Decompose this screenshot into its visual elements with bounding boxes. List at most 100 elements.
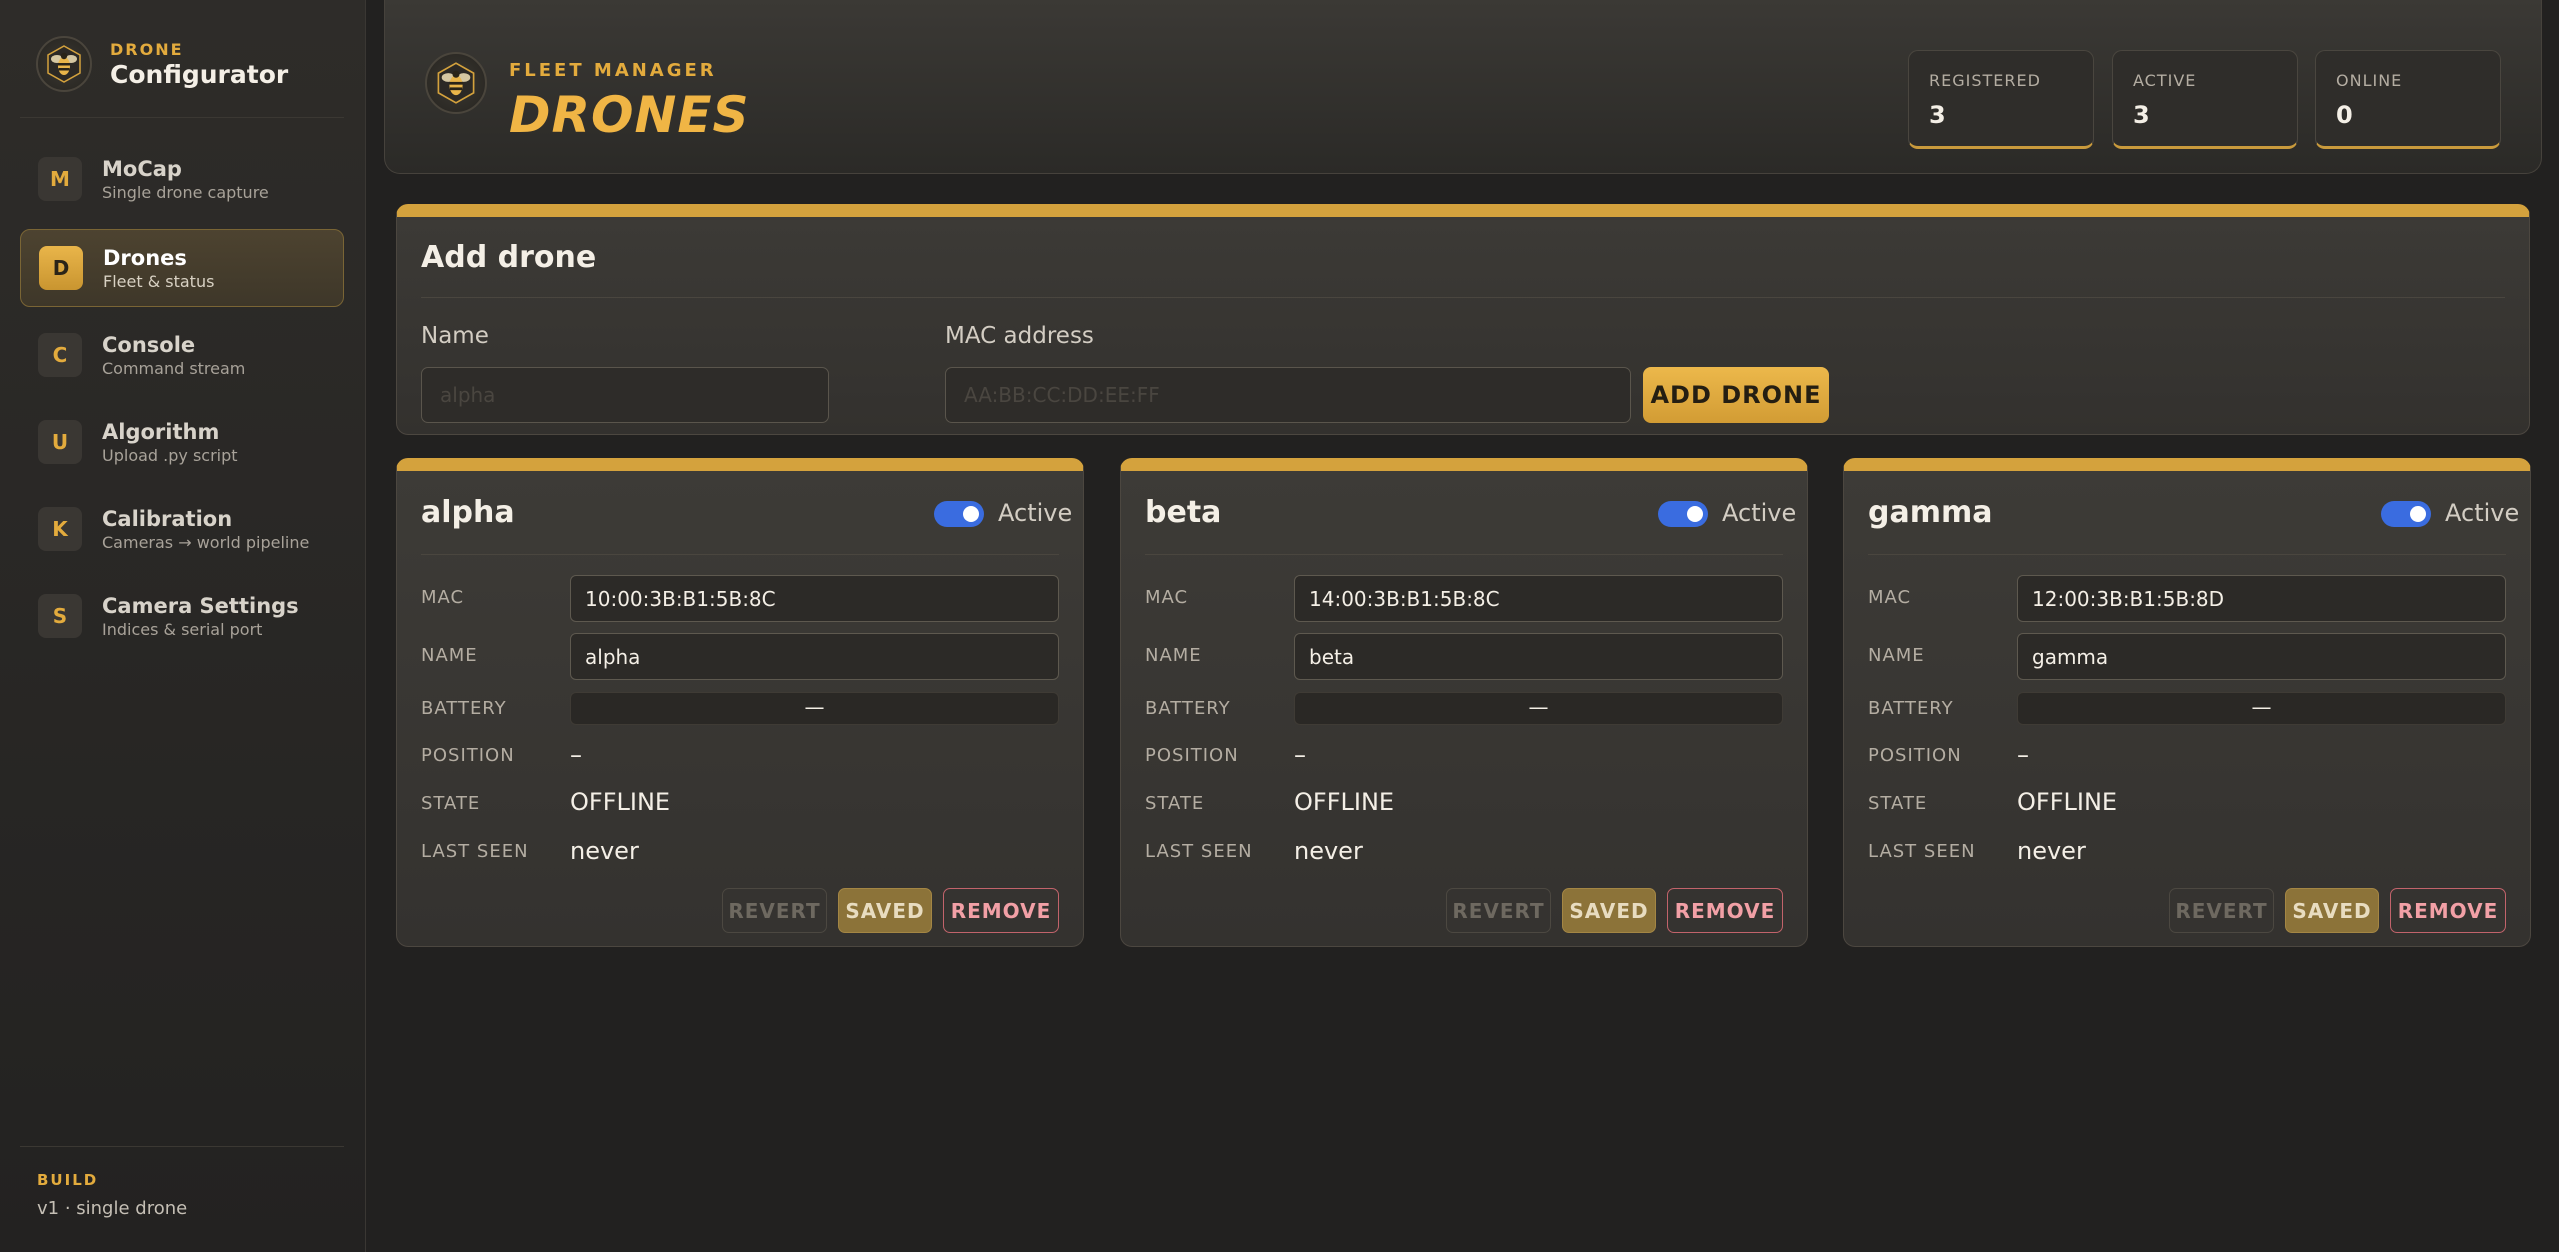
sidebar-item-algorithm[interactable]: U Algorithm Upload .py script xyxy=(20,403,344,481)
sidebar-item-label: Algorithm xyxy=(102,419,220,444)
saved-button[interactable]: SAVED xyxy=(838,888,932,933)
state-value: OFFLINE xyxy=(2017,788,2118,816)
active-toggle-label: Active xyxy=(2445,499,2520,527)
position-label: POSITION xyxy=(421,745,515,766)
sidebar-item-console[interactable]: C Console Command stream xyxy=(20,316,344,394)
position-value: – xyxy=(570,741,582,769)
battery-value: — xyxy=(1528,695,1549,719)
sidebar-item-label: Drones xyxy=(103,245,187,270)
divider xyxy=(421,554,1059,555)
remove-button[interactable]: REMOVE xyxy=(1667,888,1783,933)
position-value: – xyxy=(1294,741,1306,769)
nav-letter-icon: D xyxy=(39,246,83,290)
state-value: OFFLINE xyxy=(570,788,671,816)
remove-button[interactable]: REMOVE xyxy=(943,888,1059,933)
brand-title: Configurator xyxy=(110,59,289,89)
position-label: POSITION xyxy=(1868,745,1962,766)
bee-icon xyxy=(36,36,92,92)
nav-letter-icon: M xyxy=(38,157,82,201)
sidebar-item-sublabel: Command stream xyxy=(102,358,246,378)
active-toggle-label: Active xyxy=(1722,499,1797,527)
saved-button[interactable]: SAVED xyxy=(2285,888,2379,933)
active-toggle[interactable] xyxy=(1658,501,1708,527)
mac-field[interactable] xyxy=(2017,575,2506,622)
sidebar: DRONE Configurator M MoCap Single drone … xyxy=(0,0,366,1252)
stat-registered: REGISTERED 3 xyxy=(1908,50,2094,149)
last-seen-label: LAST SEEN xyxy=(1145,841,1253,862)
stat-value: 3 xyxy=(2133,101,2150,129)
divider xyxy=(1868,554,2506,555)
divider xyxy=(421,297,2505,298)
mac-field[interactable] xyxy=(570,575,1059,622)
nav-letter-icon: S xyxy=(38,594,82,638)
divider xyxy=(20,1146,344,1147)
add-drone-card: Add drone Name MAC address ADD DRONE xyxy=(396,204,2530,435)
name-label: NAME xyxy=(1145,645,1202,666)
stat-value: 3 xyxy=(1929,101,1946,129)
drone-card-beta: beta Active MAC NAME BATTERY — POSITION … xyxy=(1120,458,1808,947)
revert-button[interactable]: REVERT xyxy=(2169,888,2274,933)
state-label: STATE xyxy=(421,793,481,814)
drone-title: beta xyxy=(1145,495,1222,530)
add-drone-title: Add drone xyxy=(421,240,597,275)
sidebar-item-camera-settings[interactable]: S Camera Settings Indices & serial port xyxy=(20,577,344,655)
sidebar-item-sublabel: Cameras → world pipeline xyxy=(102,532,310,552)
sidebar-item-sublabel: Upload .py script xyxy=(102,445,238,465)
sidebar-item-sublabel: Indices & serial port xyxy=(102,619,263,639)
name-field[interactable] xyxy=(2017,633,2506,680)
divider xyxy=(20,117,344,118)
sidebar-item-sublabel: Single drone capture xyxy=(102,182,269,202)
drone-title: gamma xyxy=(1868,495,1993,530)
last-seen-value: never xyxy=(2017,837,2086,865)
sidebar-item-mocap[interactable]: M MoCap Single drone capture xyxy=(20,140,344,218)
stat-label: ONLINE xyxy=(2336,71,2403,90)
name-field-label: Name xyxy=(421,323,489,349)
state-label: STATE xyxy=(1868,793,1928,814)
sidebar-item-drones[interactable]: D Drones Fleet & status xyxy=(20,229,344,307)
name-field[interactable] xyxy=(421,367,829,423)
mac-field-label: MAC address xyxy=(945,323,1094,349)
page-title: DRONES xyxy=(509,86,750,144)
saved-button[interactable]: SAVED xyxy=(1562,888,1656,933)
battery-bar: — xyxy=(1294,692,1783,725)
mac-field[interactable] xyxy=(945,367,1631,423)
bee-icon xyxy=(425,52,487,114)
toggle-knob xyxy=(2410,506,2426,522)
state-value: OFFLINE xyxy=(1294,788,1395,816)
build-version: v1 · single drone xyxy=(37,1198,188,1219)
name-label: NAME xyxy=(1868,645,1925,666)
add-drone-button[interactable]: ADD DRONE xyxy=(1643,367,1829,423)
brand: DRONE Configurator xyxy=(36,36,288,92)
mac-label: MAC xyxy=(1868,587,1912,608)
page-header: FLEET MANAGER DRONES REGISTERED 3 ACTIVE… xyxy=(384,0,2542,174)
name-field[interactable] xyxy=(570,633,1059,680)
active-toggle[interactable] xyxy=(2381,501,2431,527)
position-value: – xyxy=(2017,741,2029,769)
sidebar-item-label: Calibration xyxy=(102,506,233,531)
sidebar-item-label: Camera Settings xyxy=(102,593,299,618)
page-eyebrow: FLEET MANAGER xyxy=(509,60,717,81)
battery-value: — xyxy=(2251,695,2272,719)
divider xyxy=(1145,554,1783,555)
battery-label: BATTERY xyxy=(421,698,507,719)
brand-eyebrow: DRONE xyxy=(110,39,184,59)
revert-button[interactable]: REVERT xyxy=(1446,888,1551,933)
stat-label: ACTIVE xyxy=(2133,71,2197,90)
remove-button[interactable]: REMOVE xyxy=(2390,888,2506,933)
revert-button[interactable]: REVERT xyxy=(722,888,827,933)
position-label: POSITION xyxy=(1145,745,1239,766)
name-field[interactable] xyxy=(1294,633,1783,680)
state-label: STATE xyxy=(1145,793,1205,814)
sidebar-item-calibration[interactable]: K Calibration Cameras → world pipeline xyxy=(20,490,344,568)
last-seen-label: LAST SEEN xyxy=(421,841,529,862)
sidebar-item-label: Console xyxy=(102,332,196,357)
sidebar-item-label: MoCap xyxy=(102,156,182,181)
build-label: BUILD xyxy=(37,1171,99,1189)
battery-value: — xyxy=(804,695,825,719)
mac-field[interactable] xyxy=(1294,575,1783,622)
drone-title: alpha xyxy=(421,495,515,530)
active-toggle-label: Active xyxy=(998,499,1073,527)
toggle-knob xyxy=(1687,506,1703,522)
drone-card-gamma: gamma Active MAC NAME BATTERY — POSITION… xyxy=(1843,458,2531,947)
active-toggle[interactable] xyxy=(934,501,984,527)
